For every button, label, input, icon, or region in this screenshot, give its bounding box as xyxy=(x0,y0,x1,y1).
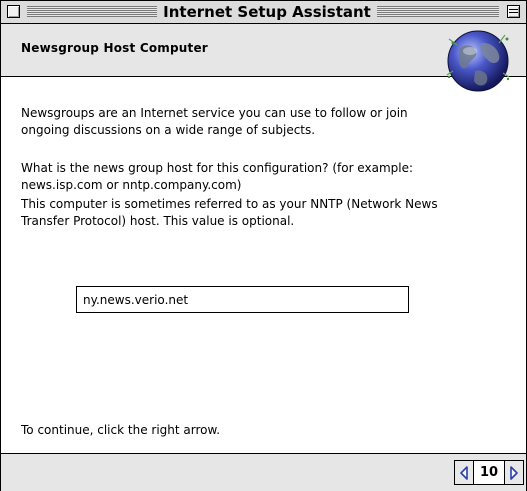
continue-instructions: To continue, click the right arrow. xyxy=(21,423,221,437)
page-navigator: 10 xyxy=(454,460,524,485)
nntp-paragraph: This computer is sometimes referred to a… xyxy=(21,197,438,228)
left-arrow-icon xyxy=(460,465,468,480)
globe-icon xyxy=(446,30,510,92)
setup-window: Internet Setup Assistant Newsgroup Host … xyxy=(0,0,527,491)
previous-page-button[interactable] xyxy=(455,461,474,484)
title-stripes-left xyxy=(27,6,157,17)
collapse-box[interactable] xyxy=(507,5,520,18)
title-stripes-right xyxy=(377,6,499,17)
window-title: Internet Setup Assistant xyxy=(161,2,373,22)
bottom-bar: 10 xyxy=(1,453,526,491)
right-arrow-icon xyxy=(510,465,518,480)
page-title: Newsgroup Host Computer xyxy=(21,41,208,55)
news-host-input[interactable] xyxy=(76,286,409,313)
next-page-button[interactable] xyxy=(504,461,523,484)
page-number: 10 xyxy=(474,461,504,484)
close-box[interactable] xyxy=(7,5,20,18)
intro-paragraph: Newsgroups are an Internet service you c… xyxy=(21,106,408,137)
title-bar[interactable]: Internet Setup Assistant xyxy=(1,1,526,24)
question-paragraph: What is the news group host for this con… xyxy=(21,161,414,192)
